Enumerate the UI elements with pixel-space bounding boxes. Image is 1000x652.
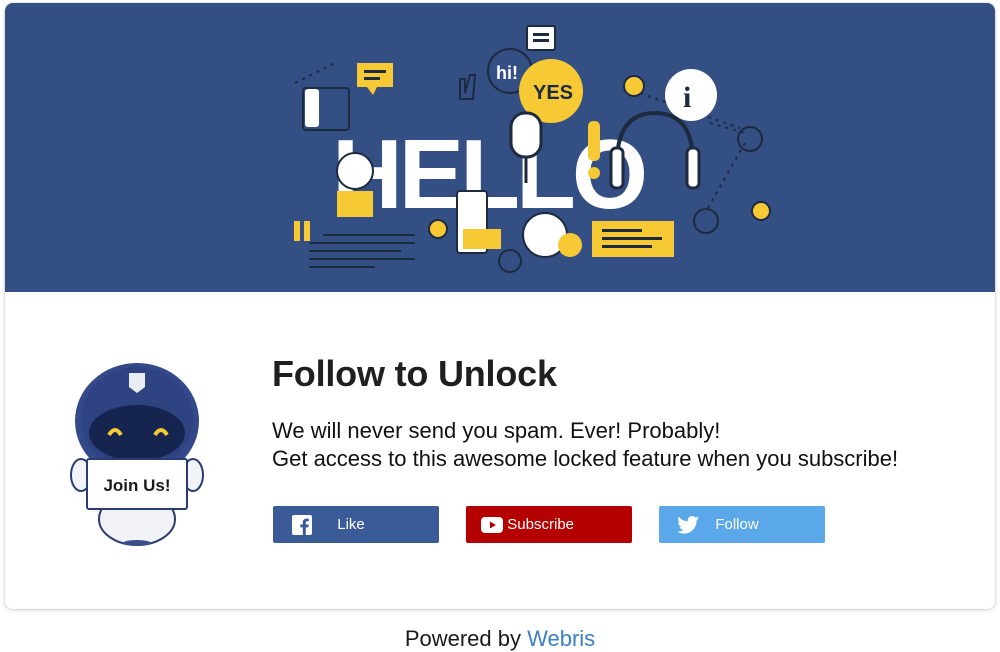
chat-bubble-icon xyxy=(357,63,393,87)
page-title: Follow to Unlock xyxy=(272,353,557,394)
description: We will never send you spam. Ever! Proba… xyxy=(272,417,898,473)
svg-text:i: i xyxy=(683,81,691,114)
twitter-follow-button[interactable]: Follow xyxy=(659,506,825,543)
svg-text:hi!: hi! xyxy=(496,63,518,83)
microphone-icon xyxy=(509,111,543,159)
hello-banner: hi! YES i HELLO xyxy=(5,3,995,292)
follow-label: Follow xyxy=(715,516,759,533)
robot-mascot: Join Us! xyxy=(70,363,204,546)
hello-illustration: hi! YES i HELLO xyxy=(294,25,771,273)
description-line: We will never send you spam. Ever! Proba… xyxy=(272,418,721,443)
powered-by-footer: Powered by Webris xyxy=(0,626,1000,652)
youtube-subscribe-button[interactable]: Subscribe xyxy=(466,506,632,543)
webris-link[interactable]: Webris xyxy=(527,626,595,651)
facebook-like-button[interactable]: Like xyxy=(273,506,439,543)
svg-text:YES: YES xyxy=(533,82,573,104)
like-label: Like xyxy=(337,516,365,533)
powered-by-text: Powered by xyxy=(404,626,521,651)
description-line: Get access to this awesome locked featur… xyxy=(272,446,899,471)
unlock-card: hi! YES i HELLO Join Us! Follow to Unloc… xyxy=(5,3,995,609)
join-us-sign: Join Us! xyxy=(103,476,170,495)
subscribe-label: Subscribe xyxy=(507,516,574,533)
